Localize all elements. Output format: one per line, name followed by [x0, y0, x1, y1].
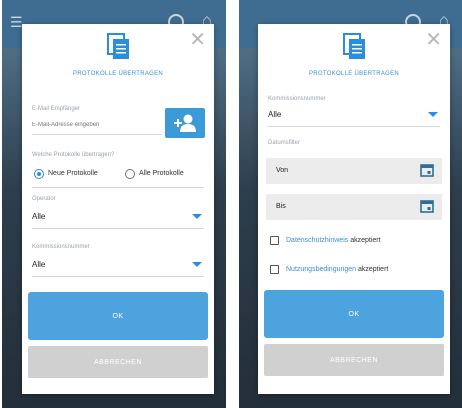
terms-checkbox[interactable]: [270, 265, 279, 274]
close-icon[interactable]: ✕: [189, 30, 206, 50]
commission-value: Alle: [32, 260, 46, 269]
protocol-question: Welche Protokolle übertragen?: [32, 152, 115, 158]
chevron-down-icon: [192, 262, 202, 267]
commission-value: Alle: [268, 110, 282, 119]
radio-new-label: Neue Protokolle: [48, 170, 98, 177]
terms-text: Nutzungsbedingungen akzeptiert: [286, 266, 389, 273]
email-input[interactable]: [32, 119, 160, 131]
commission-label: Kommissionsnummer: [32, 244, 90, 250]
operator-value: Alle: [32, 212, 46, 221]
terms-link[interactable]: Nutzungsbedingungen: [286, 266, 356, 273]
dialog-title: PROTOKOLLE ÜBERTRAGEN: [72, 71, 164, 77]
document-icon: [343, 33, 365, 59]
add-user-icon: [174, 114, 196, 132]
ok-button[interactable]: OK: [264, 290, 444, 338]
transfer-dialog: ✕ PROTOKOLLE ÜBERTRAGEN E-Mail Empfänger…: [22, 24, 214, 394]
screen-right: ⌂ ✕ PROTOKOLLE ÜBERTRAGEN Kommissionsnum…: [239, 0, 462, 408]
radio-new-protocols[interactable]: [34, 169, 44, 179]
privacy-text: Datenschutzhinweis akzeptiert: [286, 237, 381, 244]
transfer-dialog: ✕ PROTOKOLLE ÜBERTRAGEN Kommissionsnumme…: [258, 24, 450, 394]
radio-all-label: Alle Protokolle: [139, 170, 184, 177]
date-to-value: Bis: [276, 203, 286, 210]
privacy-link[interactable]: Datenschutzhinweis: [286, 237, 348, 244]
close-icon[interactable]: ✕: [425, 30, 442, 50]
screen-left: ☰ ⌂ ✕ PROTOKOLLE ÜBERTRAGEN E-Mail Empfä…: [2, 0, 226, 408]
calendar-icon[interactable]: [420, 199, 434, 213]
chevron-down-icon: [192, 214, 202, 219]
date-from-value: Von: [276, 167, 289, 174]
document-icon: [107, 33, 129, 59]
ok-button[interactable]: OK: [28, 292, 208, 340]
operator-label: Operator: [32, 196, 56, 202]
dialog-title: PROTOKOLLE ÜBERTRAGEN: [308, 71, 400, 77]
cancel-button[interactable]: ABBRECHEN: [28, 346, 208, 378]
chevron-down-icon: [428, 112, 438, 117]
email-label: E-Mail Empfänger: [32, 106, 81, 112]
date-to-field[interactable]: Bis: [266, 194, 442, 220]
radio-all-protocols[interactable]: [125, 169, 135, 179]
date-filter-label: Datumsfilter: [268, 140, 301, 146]
cancel-button[interactable]: ABBRECHEN: [264, 344, 444, 376]
commission-label: Kommissionsnummer: [268, 96, 326, 102]
privacy-checkbox[interactable]: [270, 236, 279, 245]
calendar-icon[interactable]: [420, 163, 434, 177]
date-from-field[interactable]: Von: [266, 158, 442, 184]
add-user-button[interactable]: [165, 108, 205, 138]
